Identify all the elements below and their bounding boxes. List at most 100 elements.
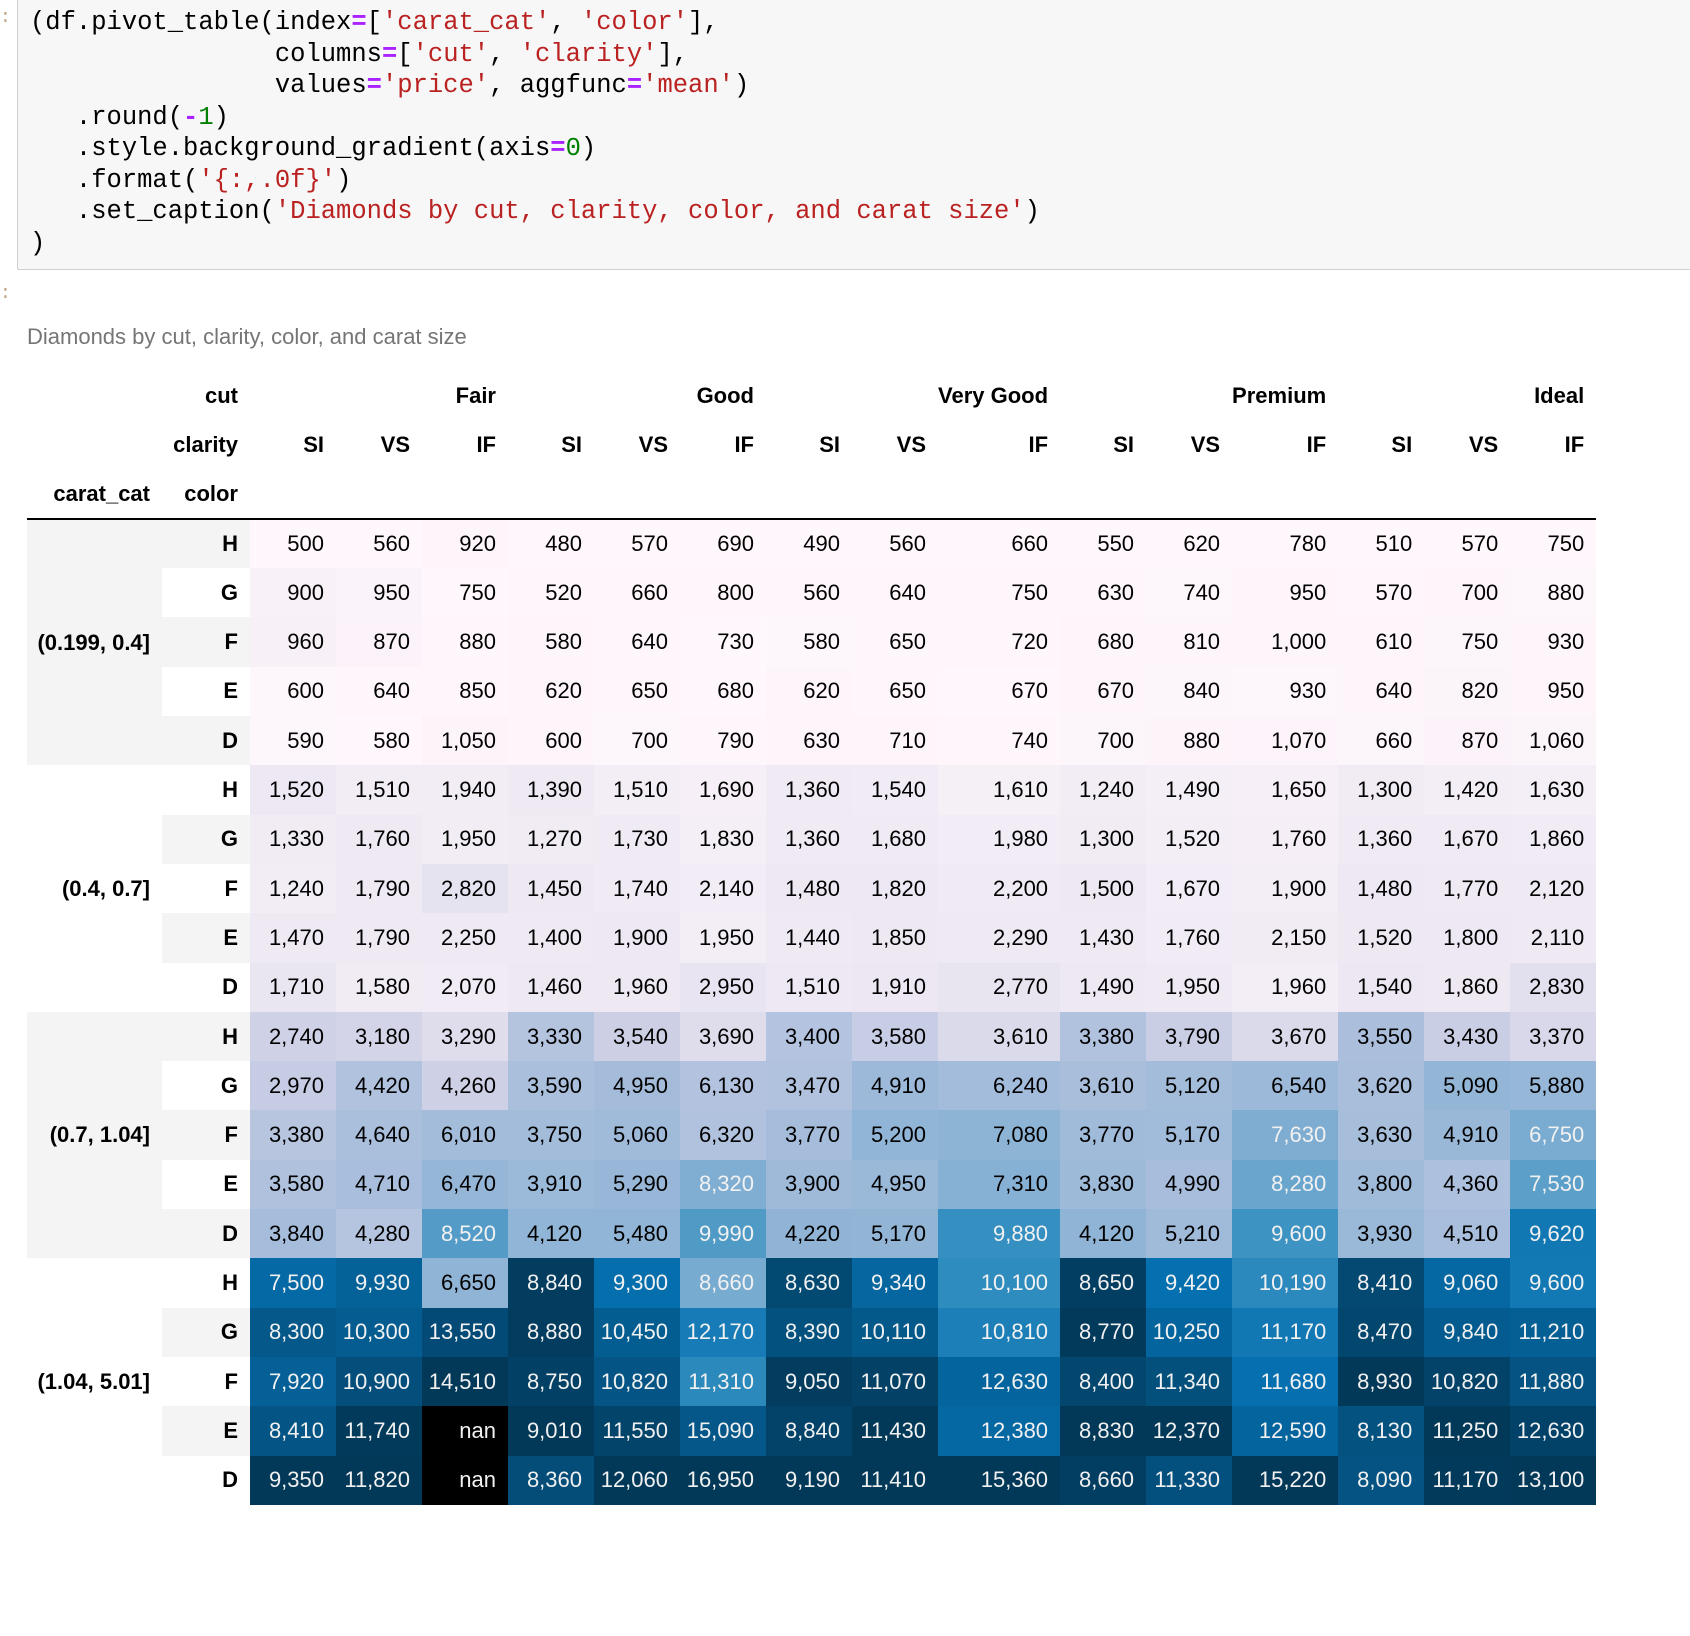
table-cell: 12,630 <box>938 1356 1061 1407</box>
table-cell: 9,420 <box>1146 1258 1233 1308</box>
code-editor[interactable]: (df.pivot_table(index=['carat_cat', 'col… <box>30 7 1040 259</box>
table-cell: 800 <box>680 568 766 618</box>
table-cell: 5,290 <box>594 1159 680 1210</box>
table-cell: 4,220 <box>766 1209 852 1259</box>
table-cell: 2,820 <box>422 863 508 914</box>
table-cell: 590 <box>250 716 336 766</box>
clarity-header: IF <box>422 420 508 470</box>
table-cell: 2,070 <box>422 962 508 1012</box>
table-cell: 3,620 <box>1338 1061 1425 1111</box>
table-cell: 3,380 <box>250 1110 336 1160</box>
color-label: E <box>162 1159 250 1210</box>
table-cell: 880 <box>422 617 508 667</box>
table-cell: 680 <box>680 666 766 717</box>
cut-header: Fair <box>422 371 508 421</box>
code-operator-token: - <box>183 102 199 132</box>
table-cell: 1,490 <box>1060 962 1147 1012</box>
header-blank <box>1510 469 1597 520</box>
table-cell: 8,470 <box>1338 1307 1425 1357</box>
table-cell: 1,390 <box>508 765 594 815</box>
clarity-header: VS <box>594 420 680 470</box>
table-cell: 1,900 <box>1232 863 1339 914</box>
table-cell: 740 <box>1146 568 1233 618</box>
code-string-token: 'color' <box>580 8 689 37</box>
table-cell: 640 <box>594 617 680 667</box>
table-cell: nan <box>422 1406 508 1456</box>
clarity-header: SI <box>1338 420 1425 470</box>
cut-header: Good <box>680 371 766 421</box>
code-cell[interactable]: (df.pivot_table(index=['carat_cat', 'col… <box>17 0 1690 270</box>
table-cell: 650 <box>852 617 938 667</box>
table-cell: 1,850 <box>852 913 938 963</box>
clarity-header: SI <box>766 420 852 470</box>
table-cell: 1,480 <box>766 863 852 914</box>
table-cell: 820 <box>1424 666 1511 717</box>
table-cell: 3,430 <box>1424 1011 1511 1062</box>
table-cell: 1,070 <box>1232 716 1339 766</box>
code-string-token: 'Diamonds by cut, clarity, color, and ca… <box>274 197 1025 226</box>
carat-category-label: (0.4, 0.7] <box>27 765 162 1012</box>
color-label: D <box>162 962 250 1012</box>
table-cell: 1,470 <box>250 913 336 963</box>
table-cell: 630 <box>766 716 852 766</box>
table-cell: 750 <box>1424 617 1511 667</box>
table-cell: 1,900 <box>594 913 680 963</box>
output-prompt-marker: : <box>0 284 11 304</box>
code-operator-token: = <box>351 8 367 37</box>
code-line: ) <box>30 229 45 258</box>
table-cell: 11,430 <box>852 1406 938 1456</box>
color-label: G <box>162 568 250 618</box>
table-cell: 4,640 <box>336 1110 422 1160</box>
cell-prompt-marker: : <box>0 8 11 28</box>
table-cell: 570 <box>594 518 680 569</box>
header-blank <box>1338 469 1425 520</box>
table-cell: 5,170 <box>852 1209 938 1259</box>
table-cell: 6,320 <box>680 1110 766 1160</box>
table-cell: 570 <box>1338 568 1425 618</box>
table-row: E 8,410 11,740 nan 9,010 11,550 15,090 8,840 11,… <box>27 1406 1597 1456</box>
header-blank <box>1060 469 1147 520</box>
code-token: , <box>550 8 581 37</box>
code-token: [ <box>366 8 382 37</box>
table-cell: 3,690 <box>680 1011 766 1062</box>
table-cell: 580 <box>336 716 422 766</box>
color-label: E <box>162 913 250 963</box>
table-row: E 3,580 4,710 6,470 3,910 5,290 8,320 3,900 4,95… <box>27 1159 1597 1210</box>
table-cell: 8,770 <box>1060 1307 1147 1357</box>
table-cell: 12,170 <box>680 1307 766 1357</box>
table-cell: 7,500 <box>250 1258 336 1308</box>
table-cell: 9,060 <box>1424 1258 1511 1308</box>
table-cell: 3,930 <box>1338 1209 1425 1259</box>
code-line: (df.pivot_table(index=['carat_cat', 'col… <box>30 8 719 37</box>
table-cell: 1,510 <box>336 765 422 815</box>
code-string-token: 'price' <box>381 71 490 100</box>
table-cell: 3,330 <box>508 1011 594 1062</box>
table-cell: 14,510 <box>422 1356 508 1407</box>
code-token: ) <box>580 134 597 163</box>
table-cell: 3,830 <box>1060 1159 1147 1210</box>
table-cell: 810 <box>1146 617 1233 667</box>
table-cell: 11,170 <box>1232 1307 1339 1357</box>
table-cell: 5,120 <box>1146 1061 1233 1111</box>
table-row: D 1,710 1,580 2,070 1,460 1,960 2,950 1,510 1,91… <box>27 962 1597 1012</box>
clarity-header: VS <box>852 420 938 470</box>
code-token: ], <box>657 39 689 69</box>
table-cell: 560 <box>852 518 938 569</box>
table-cell: 8,630 <box>766 1258 852 1308</box>
code-line: values='price', aggfunc='mean') <box>30 71 749 100</box>
table-cell: 4,910 <box>852 1061 938 1111</box>
table-cell: 600 <box>508 716 594 766</box>
color-label: F <box>162 1110 250 1160</box>
cut-header <box>508 371 594 421</box>
table-cell: 5,480 <box>594 1209 680 1259</box>
table-cell: 6,750 <box>1510 1110 1597 1160</box>
cut-header <box>1424 371 1511 421</box>
table-cell: 480 <box>508 518 594 569</box>
table-cell: 2,950 <box>680 962 766 1012</box>
table-row: (0.199, 0.4] H 500 560 920 480 570 690 490 560 660… <box>27 518 1597 766</box>
table-cell: 7,080 <box>938 1110 1061 1160</box>
color-label: H <box>162 518 250 569</box>
header-blank <box>508 469 594 520</box>
table-cell: 16,950 <box>680 1455 766 1505</box>
table-cell: 2,200 <box>938 863 1061 914</box>
